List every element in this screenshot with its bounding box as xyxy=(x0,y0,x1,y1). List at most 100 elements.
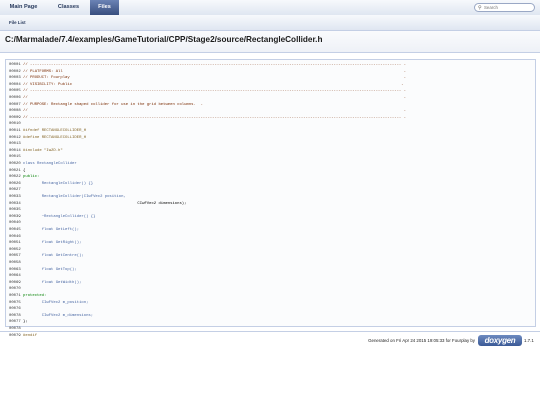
line-number[interactable]: 00058 xyxy=(9,261,21,265)
code-line: 00076 xyxy=(9,306,23,313)
line-number[interactable]: 00014 xyxy=(9,149,21,153)
code-line: 00078 CIwFVec2 m_dimensions; xyxy=(9,313,93,320)
line-number[interactable]: 00064 xyxy=(9,274,21,278)
code-line: 00046 xyxy=(9,234,23,241)
search-icon[interactable]: ⚲ xyxy=(478,4,482,12)
line-number[interactable]: 00071 xyxy=(9,294,21,298)
line-number[interactable]: 00077 xyxy=(9,320,21,324)
code-text: // - xyxy=(23,96,406,100)
code-line: 00034 CIwFVec2 dimensions); xyxy=(9,201,186,208)
doxygen-logo[interactable]: doxygen xyxy=(478,335,522,346)
line-number[interactable]: 00070 xyxy=(9,287,21,291)
tab-files[interactable]: Files xyxy=(90,0,119,15)
search-input[interactable] xyxy=(484,4,532,11)
line-number[interactable]: 00045 xyxy=(9,228,21,232)
line-number[interactable]: 00069 xyxy=(9,281,21,285)
line-number[interactable]: 00005 xyxy=(9,89,21,93)
doxygen-version: 1.7.1 xyxy=(524,338,534,343)
code-text: #include "Iw2D.h" xyxy=(23,148,63,153)
code-text: float GetTop(); xyxy=(23,267,77,272)
code-text: // PRODUCT: Fourplay - xyxy=(23,76,406,81)
code-text: class RectangleCollider xyxy=(23,162,77,166)
code-text: float GetWidth(); xyxy=(23,280,82,285)
code-line: 00002 // PLATFORMS: All - xyxy=(9,69,406,76)
code-text: // PLATFORMS: All - xyxy=(23,69,406,74)
line-number[interactable]: 00021 xyxy=(9,169,21,173)
line-number[interactable]: 00010 xyxy=(9,122,21,126)
code-line: 00004 // VISIBILITY: Public - xyxy=(9,82,404,89)
line-number[interactable]: 00026 xyxy=(9,182,21,186)
tab-classes[interactable]: Classes xyxy=(47,0,90,15)
code-line: 00026 RectangleCollider() {} xyxy=(9,181,93,188)
code-line: 00006 // - xyxy=(9,95,406,102)
line-number[interactable]: 00013 xyxy=(9,142,21,146)
code-text: CIwFVec2 dimensions); xyxy=(23,201,187,206)
code-line: 00007 // PURPOSE: Rectangle shaped colli… xyxy=(9,102,203,109)
line-number[interactable]: 00020 xyxy=(9,162,21,166)
line-number[interactable]: 00052 xyxy=(9,248,21,252)
line-number[interactable]: 00040 xyxy=(9,221,21,225)
line-number[interactable]: 00076 xyxy=(9,307,21,311)
line-number[interactable]: 00012 xyxy=(9,136,21,140)
line-number[interactable]: 00002 xyxy=(9,70,21,74)
code-text: #define RECTANGLECOLLIDER_H xyxy=(23,135,87,140)
code-line: 00005 // -------------------------------… xyxy=(9,88,406,95)
code-line: 00027 xyxy=(9,187,23,194)
code-line: 00045 float GetLeft(); xyxy=(9,227,79,234)
line-number[interactable]: 00003 xyxy=(9,76,21,80)
line-number[interactable]: 00015 xyxy=(9,155,21,159)
line-number[interactable]: 00011 xyxy=(9,129,21,133)
line-number[interactable]: 00046 xyxy=(9,235,21,239)
line-number[interactable]: 00006 xyxy=(9,96,21,100)
code-text: float GetCentre(); xyxy=(23,254,84,259)
code-line: 00070 xyxy=(9,286,23,293)
code-text: RectangleCollider(CIwFVec2 position, xyxy=(23,195,126,199)
code-line: 00015 xyxy=(9,154,23,161)
code-text: // -------------------------------------… xyxy=(23,89,406,94)
code-text: float GetRight(); xyxy=(23,241,82,246)
code-text: // -------------------------------------… xyxy=(23,115,406,120)
code-line: 00039 ~RectangleCollider() {} xyxy=(9,214,95,221)
generated-text: Generated on Fri Apr 24 2015 19:05:33 fo… xyxy=(368,338,475,343)
code-text: float GetLeft(); xyxy=(23,228,80,232)
code-line: 00057 float GetCentre(); xyxy=(9,253,84,260)
line-number[interactable]: 00075 xyxy=(9,301,21,305)
code-line: 00071 protected: xyxy=(9,293,46,300)
tab-main-page[interactable]: Main Page xyxy=(0,0,47,15)
code-line: 00075 CIwFVec2 m_position; xyxy=(9,300,88,307)
tab-file-list[interactable]: File List xyxy=(9,15,26,30)
line-number[interactable]: 00057 xyxy=(9,254,21,258)
line-number[interactable]: 00007 xyxy=(9,103,21,107)
line-number[interactable]: 00039 xyxy=(9,215,21,219)
line-number[interactable]: 00009 xyxy=(9,116,21,120)
code-line: 00014 #include "Iw2D.h" xyxy=(9,148,63,155)
code-text: #ifndef RECTANGLECOLLIDER_H xyxy=(23,129,87,133)
line-number[interactable]: 00078 xyxy=(9,314,21,318)
line-number[interactable]: 00051 xyxy=(9,241,21,245)
line-number[interactable]: 00027 xyxy=(9,188,21,192)
code-text: { xyxy=(23,168,26,173)
sub-nav-tabs: File List xyxy=(0,15,540,31)
main-nav-tabs: Main Page Classes Files ⚲ xyxy=(0,0,540,16)
code-line: 00012 #define RECTANGLECOLLIDER_H xyxy=(9,135,86,142)
code-text: ~RectangleCollider() {} xyxy=(23,214,96,219)
code-line: 00035 xyxy=(9,207,23,214)
code-line: 00052 xyxy=(9,247,23,254)
code-text: // PURPOSE: Rectangle shaped collider fo… xyxy=(23,102,203,107)
line-number[interactable]: 00035 xyxy=(9,208,21,212)
line-number[interactable]: 00008 xyxy=(9,109,21,113)
line-number[interactable]: 00022 xyxy=(9,175,21,179)
line-number[interactable]: 00033 xyxy=(9,195,21,199)
code-text: // -------------------------------------… xyxy=(23,63,406,67)
code-text: CIwFVec2 m_position; xyxy=(23,300,89,305)
page-title: C:/Marmalade/7.4/examples/GameTutorial/C… xyxy=(5,35,323,44)
code-line: 00003 // PRODUCT: Fourplay - xyxy=(9,75,406,82)
line-number[interactable]: 00063 xyxy=(9,268,21,272)
code-line: 00077 }; xyxy=(9,319,28,326)
search-box[interactable]: ⚲ xyxy=(474,3,535,12)
line-number[interactable]: 00001 xyxy=(9,63,21,67)
line-number[interactable]: 00034 xyxy=(9,202,21,206)
line-number[interactable]: 00004 xyxy=(9,83,21,87)
code-text: // - xyxy=(23,109,406,114)
page-header: C:/Marmalade/7.4/examples/GameTutorial/C… xyxy=(0,31,540,53)
